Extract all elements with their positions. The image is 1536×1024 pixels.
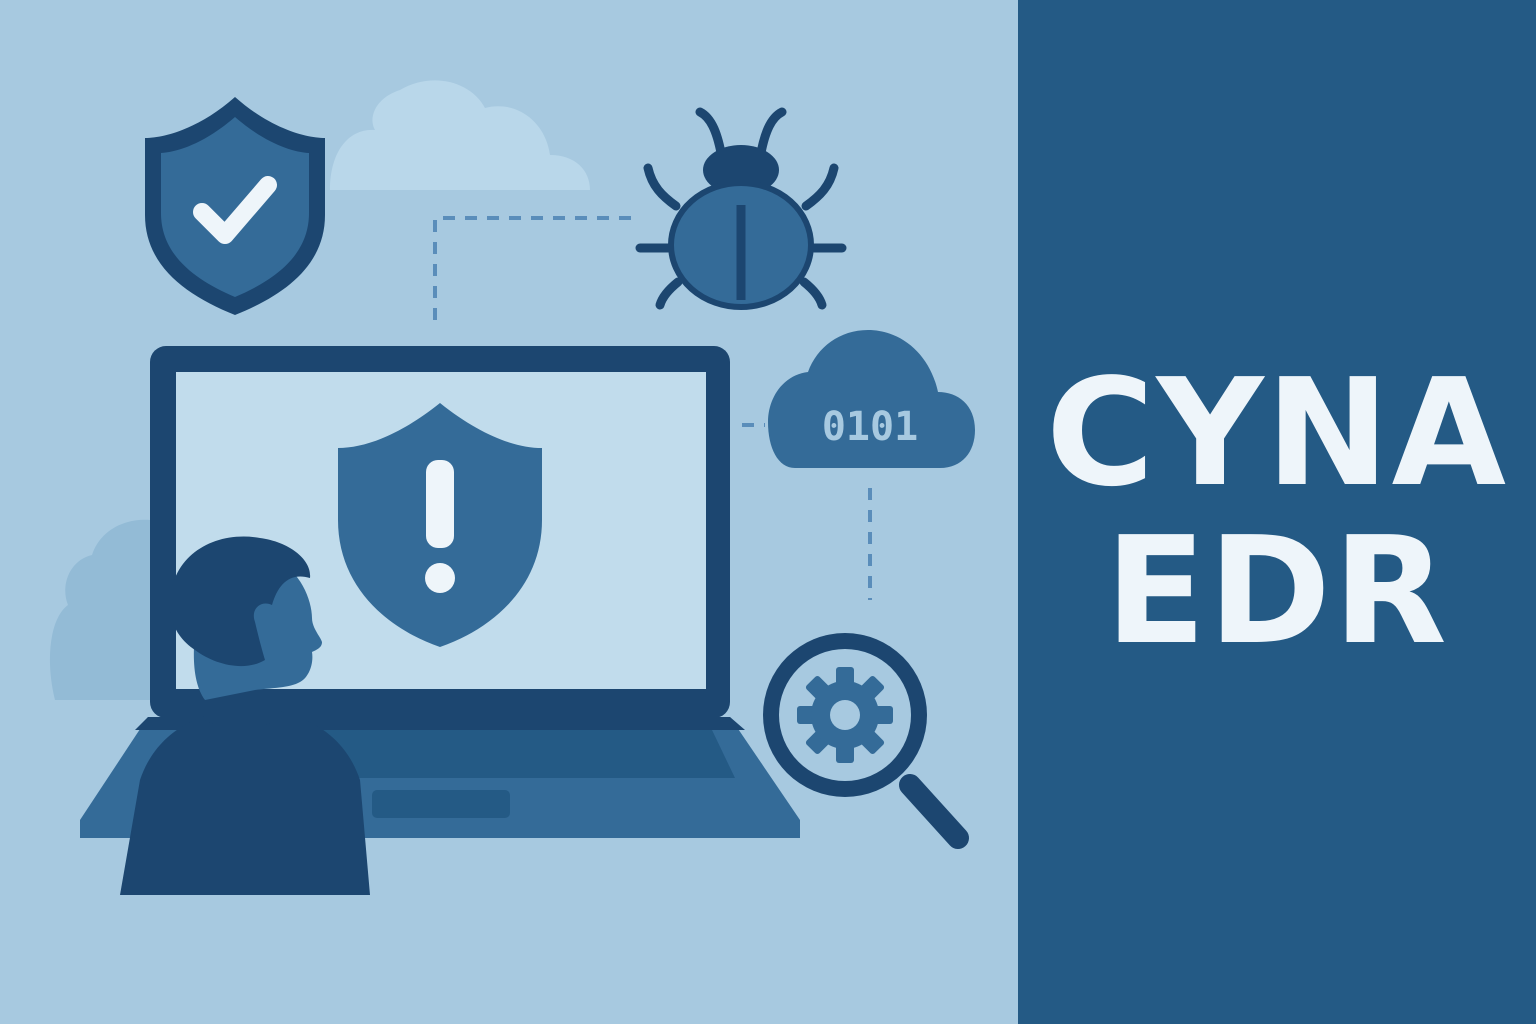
banner: 0101 CYNA EDR — [0, 0, 1536, 1024]
binary-label: 0101 — [822, 404, 918, 450]
gear-icon — [797, 667, 893, 763]
title-line-2: EDR — [1105, 505, 1449, 677]
laptop-trackpad — [372, 790, 510, 818]
illustration-panel: 0101 — [0, 0, 1018, 1024]
illustration: 0101 — [0, 0, 1018, 1024]
title-line-1: CYNA — [1045, 347, 1509, 519]
title-panel: CYNA EDR — [1018, 0, 1536, 1024]
